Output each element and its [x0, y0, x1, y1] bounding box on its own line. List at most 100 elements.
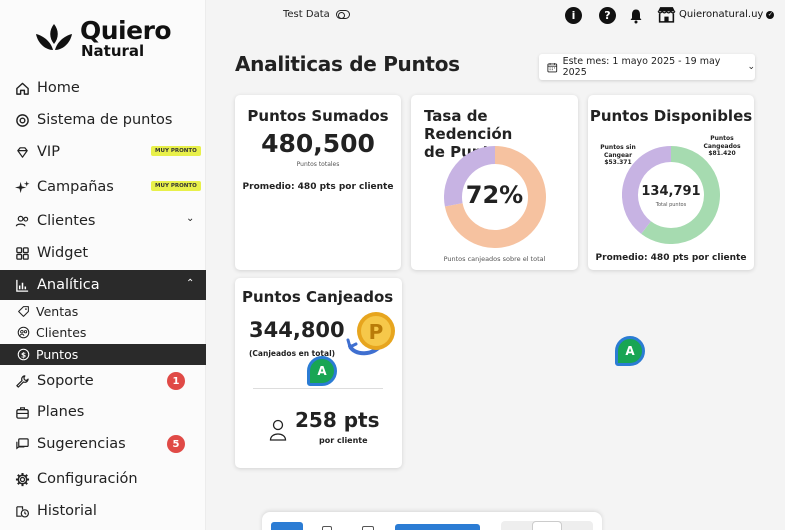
- test-data-toggle[interactable]: Test Data: [283, 9, 350, 20]
- brand-name-line1: Quiero: [80, 16, 172, 45]
- label-value: $81.420: [708, 150, 736, 157]
- help-icon[interactable]: ?: [599, 7, 616, 24]
- brand-name-line2: Natural: [81, 42, 145, 60]
- leaf-logo-icon: [36, 24, 72, 50]
- chevron-up-icon: ⌃: [186, 278, 195, 289]
- dollar-circle-icon: $: [16, 348, 30, 362]
- sidebar-item-soporte[interactable]: Soporte 1: [0, 367, 206, 395]
- coming-soon-badge: MUY PRONTO: [151, 181, 201, 191]
- chevron-down-icon: ⌄: [186, 213, 195, 224]
- card-title: Puntos Sumados: [247, 107, 389, 125]
- label-line: Cangeados: [703, 142, 741, 150]
- tag-icon: [16, 305, 30, 319]
- sidebar-item-label: Planes: [37, 404, 85, 420]
- svg-text:P: P: [369, 320, 384, 344]
- sidebar-item-label: Sugerencias: [37, 436, 126, 452]
- notification-count-badge: 5: [167, 435, 185, 453]
- sidebar-item-configuracion[interactable]: Configuración: [0, 465, 206, 493]
- card-puntos-disponibles: Puntos Disponibles 134,791 Total puntos …: [588, 95, 754, 270]
- divider: [253, 388, 383, 389]
- points-per-client-value: 258 pts: [295, 408, 380, 432]
- grid-icon: [14, 245, 30, 261]
- store-icon: [657, 7, 676, 23]
- sidebar-item-campanas[interactable]: Campañas MUY PRONTO: [0, 173, 206, 201]
- wrench-icon: [14, 373, 30, 389]
- toggle-switch-icon[interactable]: [335, 10, 350, 19]
- assistant-bubble[interactable]: A: [307, 356, 337, 386]
- sidebar-item-label: Configuración: [37, 471, 138, 487]
- puntos-canjeados-value: 344,800: [249, 318, 345, 342]
- test-data-label: Test Data: [283, 9, 330, 20]
- bell-icon[interactable]: [627, 7, 644, 24]
- sidebar-item-sistema-de-puntos[interactable]: Sistema de puntos: [0, 106, 206, 134]
- label-puntos-sin-canjear: Puntos sin Cangear $53.371: [594, 144, 642, 167]
- store-selector[interactable]: Quieronatural.uy ✓: [657, 6, 775, 23]
- sidebar-subitem-label: Clientes: [36, 325, 87, 340]
- label-value: $53.371: [604, 159, 632, 166]
- card-title-line1: Tasa de Redención: [424, 107, 513, 143]
- diamond-icon: [14, 144, 30, 160]
- verified-check-icon: ✓: [766, 10, 775, 19]
- toolbar-icon[interactable]: [362, 526, 374, 530]
- sidebar-item-label: Soporte: [37, 373, 94, 389]
- sparkle-icon: [14, 179, 30, 195]
- sidebar-item-label: Sistema de puntos: [37, 112, 173, 128]
- puntos-sumados-caption: Puntos totales: [296, 161, 340, 168]
- sidebar-subitem-puntos[interactable]: $ Puntos: [0, 344, 206, 365]
- points-icon: [14, 112, 30, 128]
- donut-center-value: 134,791: [641, 184, 701, 199]
- briefcase-icon: [14, 404, 30, 420]
- toolbar-icon[interactable]: [322, 526, 332, 530]
- chart-icon: [14, 277, 30, 293]
- sidebar-subitem-ventas[interactable]: Ventas: [0, 301, 206, 322]
- label-line: Puntos sin: [600, 144, 636, 151]
- sidebar-item-historial[interactable]: Historial: [0, 497, 206, 525]
- sidebar-subitem-label: Ventas: [36, 304, 79, 319]
- brand-logo[interactable]: Quiero Natural: [34, 16, 184, 62]
- sidebar-item-vip[interactable]: VIP MUY PRONTO: [0, 138, 206, 166]
- donut-center-caption: Total puntos: [655, 202, 687, 208]
- info-icon[interactable]: i: [565, 7, 582, 24]
- label-line: Cangear: [603, 151, 633, 159]
- users-circle-icon: [16, 326, 30, 340]
- home-icon: [14, 80, 30, 96]
- sidebar-item-analitica[interactable]: Analítica ⌃: [0, 270, 206, 300]
- sidebar-item-label: Home: [37, 80, 80, 96]
- sidebar-item-label: Historial: [37, 503, 97, 519]
- points-per-client-caption: por cliente: [319, 436, 368, 445]
- sidebar-item-label: Analítica: [37, 277, 100, 293]
- chevron-down-icon: ⌄: [747, 62, 755, 72]
- sidebar-item-sugerencias[interactable]: Sugerencias 5: [0, 430, 206, 458]
- chat-icon: [14, 436, 30, 452]
- toolbar-primary-button[interactable]: [395, 524, 480, 530]
- toolbar-segment-thumb[interactable]: [532, 521, 562, 530]
- sidebar: Quiero Natural Home Sistema de puntos VI…: [0, 0, 206, 530]
- sidebar-item-label: Widget: [37, 245, 89, 261]
- sidebar-subitem-label: Puntos: [36, 347, 79, 362]
- card-puntos-sumados: Puntos Sumados 480,500 Puntos totales Pr…: [235, 95, 401, 270]
- store-name: Quieronatural.uy: [679, 9, 764, 20]
- notification-count-badge: 1: [167, 372, 185, 390]
- card-title: Puntos Disponibles: [589, 107, 753, 125]
- puntos-sumados-value: 480,500: [261, 129, 375, 158]
- redemption-caption: Puntos canjeados sobre el total: [443, 255, 546, 263]
- sidebar-item-planes[interactable]: Planes: [0, 398, 206, 426]
- sidebar-subitem-clientes[interactable]: Clientes: [0, 322, 206, 343]
- date-range-label: Este mes: 1 mayo 2025 - 19 may 2025: [562, 56, 721, 78]
- date-range-picker[interactable]: Este mes: 1 mayo 2025 - 19 may 2025 ⌄: [539, 54, 755, 80]
- page-title: Analiticas de Puntos: [235, 52, 460, 76]
- sidebar-item-clientes[interactable]: Clientes ⌄: [0, 207, 206, 235]
- history-icon: [14, 503, 30, 519]
- user-icon: [269, 419, 287, 441]
- sidebar-item-widget[interactable]: Widget: [0, 239, 206, 267]
- puntos-sumados-average: Promedio: 480 pts por cliente: [242, 182, 394, 192]
- assistant-bubble[interactable]: A: [615, 336, 645, 366]
- toolbar-active-button[interactable]: [271, 522, 303, 530]
- sidebar-item-label: VIP: [37, 144, 60, 160]
- redemption-rate-value: 72%: [465, 181, 524, 209]
- sidebar-item-home[interactable]: Home: [0, 74, 206, 102]
- label-line: Puntos: [710, 135, 734, 142]
- gear-icon: [14, 471, 30, 487]
- sidebar-item-label: Clientes: [37, 213, 96, 229]
- bottom-toolbar: [262, 512, 602, 530]
